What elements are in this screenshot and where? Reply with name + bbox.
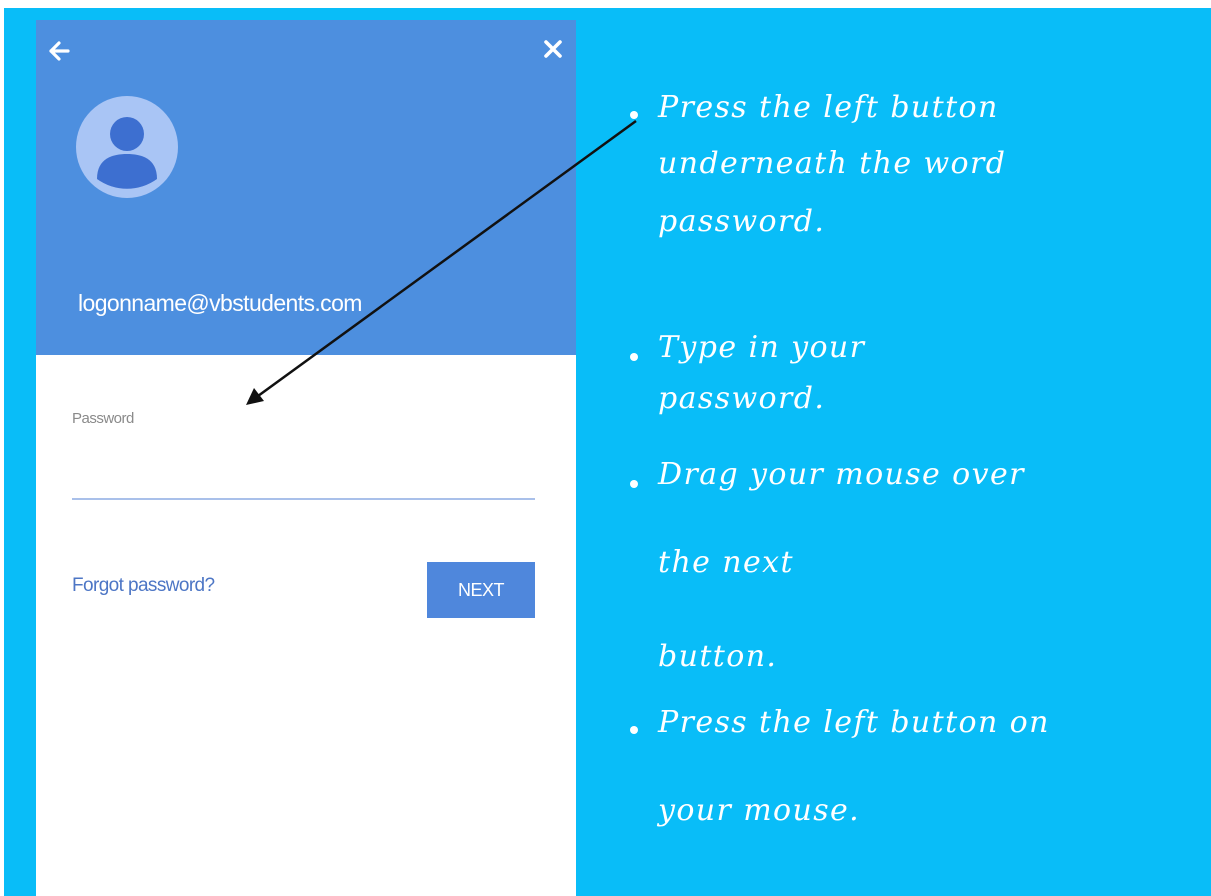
bullet-3 — [630, 480, 638, 488]
instruction-4-line-2: your mouse. — [658, 793, 861, 828]
instruction-4-line-1: Press the left button on — [658, 705, 1050, 740]
forgot-password-link[interactable]: Forgot password? — [72, 575, 215, 597]
instruction-3-line-1: Drag your mouse over — [658, 457, 1025, 492]
password-field[interactable] — [72, 450, 535, 500]
password-label: Password — [72, 410, 134, 427]
instruction-3-line-2: the next — [658, 545, 794, 580]
login-card: logonname@vbstudents.com Password Forgot… — [36, 20, 576, 896]
instruction-2-line-1: Type in your — [658, 330, 866, 365]
bullet-2 — [630, 353, 638, 361]
account-email: logonname@vbstudents.com — [78, 290, 362, 316]
close-icon[interactable] — [542, 38, 564, 60]
instruction-3-line-3: button. — [658, 639, 778, 674]
tutorial-slide: logonname@vbstudents.com Password Forgot… — [4, 8, 1211, 896]
bullet-4 — [630, 726, 638, 734]
avatar — [76, 96, 178, 198]
bullet-1 — [630, 111, 638, 119]
instruction-1-line-3: password. — [658, 204, 826, 239]
instruction-1-line-1: Press the left button — [658, 90, 999, 125]
card-header: logonname@vbstudents.com — [36, 20, 576, 355]
instruction-2-line-2: password. — [658, 381, 826, 416]
instruction-1-line-2: underneath the word — [658, 146, 1007, 181]
back-arrow-icon[interactable] — [46, 38, 72, 64]
next-button[interactable]: NEXT — [427, 562, 535, 618]
